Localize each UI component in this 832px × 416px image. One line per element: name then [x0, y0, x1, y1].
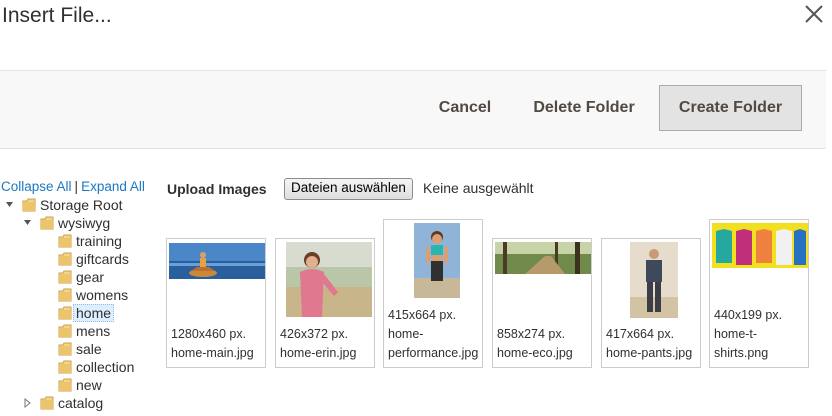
file-name-line-2: shirts.png [714, 346, 769, 360]
tree-label: giftcards [76, 251, 129, 267]
expand-all-link[interactable]: Expand All [81, 179, 145, 194]
folder-icon [58, 360, 72, 374]
file-name: home-erin.jpg [280, 346, 357, 360]
tshirts-photo-icon [712, 223, 808, 268]
file-thumbnail-home-erin[interactable]: 426x372 px. home-erin.jpg [275, 238, 375, 368]
tree-label: gear [76, 269, 105, 285]
upload-images-label: Upload Images [167, 181, 267, 197]
collapsed-arrow-icon[interactable] [23, 394, 33, 412]
separator: | [74, 179, 79, 194]
folder-icon [58, 324, 72, 338]
file-dimensions: 440x199 px. [714, 308, 783, 322]
file-dimensions: 417x664 px. [606, 327, 675, 341]
folder-icon [58, 270, 72, 284]
file-thumbnail-home-eco[interactable]: 858x274 px. home-eco.jpg [492, 238, 592, 368]
file-thumbnail-home-performance[interactable]: 415x664 px. home- performance.jpg [383, 219, 483, 368]
folder-icon [58, 378, 72, 392]
folder-icon [40, 396, 54, 410]
action-toolbar: Cancel Delete Folder Create Folder [0, 70, 826, 149]
folder-icon [40, 216, 54, 230]
folder-icon [58, 342, 72, 356]
tree-label: new [76, 377, 102, 393]
forest-path-photo-icon [495, 242, 591, 274]
delete-folder-button[interactable]: Delete Folder [522, 86, 646, 130]
file-name: home-eco.jpg [497, 346, 573, 360]
folder-icon [58, 288, 72, 302]
choose-files-button[interactable]: Dateien auswählen [284, 178, 413, 200]
expanded-arrow-icon[interactable] [23, 214, 33, 232]
tree-label: catalog [58, 395, 104, 411]
woman-pink-photo-icon [286, 242, 372, 317]
fitness-woman-photo-icon [414, 223, 460, 298]
file-dimensions: 426x372 px. [280, 327, 349, 341]
tree-label: collection [76, 359, 135, 375]
tree-label: Storage Root [40, 197, 123, 213]
file-dimensions: 415x664 px. [388, 308, 457, 322]
folder-icon [58, 306, 72, 320]
tree-controls: Collapse All | Expand All [1, 179, 145, 194]
tree-label: wysiwyg [58, 215, 111, 231]
file-thumbnail-home-main[interactable]: 1280x460 px. home-main.jpg [166, 238, 266, 368]
folder-icon [58, 234, 72, 248]
file-thumbnail-home-pants[interactable]: 417x664 px. home-pants.jpg [601, 238, 701, 368]
tree-label: womens [76, 287, 129, 303]
file-name: home-pants.jpg [606, 346, 693, 360]
file-name-line-2: performance.jpg [388, 346, 479, 360]
folder-icon [58, 252, 72, 266]
collapse-all-link[interactable]: Collapse All [1, 179, 72, 194]
file-name-line-1: home-t- [714, 327, 758, 341]
man-pants-photo-icon [630, 242, 678, 318]
tree-label: mens [76, 323, 111, 339]
dialog-title: Insert File... [2, 4, 112, 27]
file-thumbnail-home-t-shirts[interactable]: 440x199 px. home-t- shirts.png [709, 219, 809, 368]
tree-label: training [76, 233, 122, 249]
expanded-arrow-icon[interactable] [5, 196, 15, 214]
yoga-beach-photo-icon [169, 243, 265, 279]
close-icon[interactable] [802, 2, 826, 26]
file-name-line-1: home- [388, 327, 424, 341]
file-name: home-main.jpg [171, 346, 254, 360]
file-status-text: Keine ausgewählt [423, 180, 534, 196]
file-dimensions: 858x274 px. [497, 327, 566, 341]
cancel-button[interactable]: Cancel [430, 86, 500, 130]
folder-icon [22, 198, 36, 212]
tree-label: sale [76, 341, 102, 357]
tree-label: home [73, 304, 115, 322]
create-folder-button[interactable]: Create Folder [659, 85, 802, 131]
file-dimensions: 1280x460 px. [171, 327, 247, 341]
